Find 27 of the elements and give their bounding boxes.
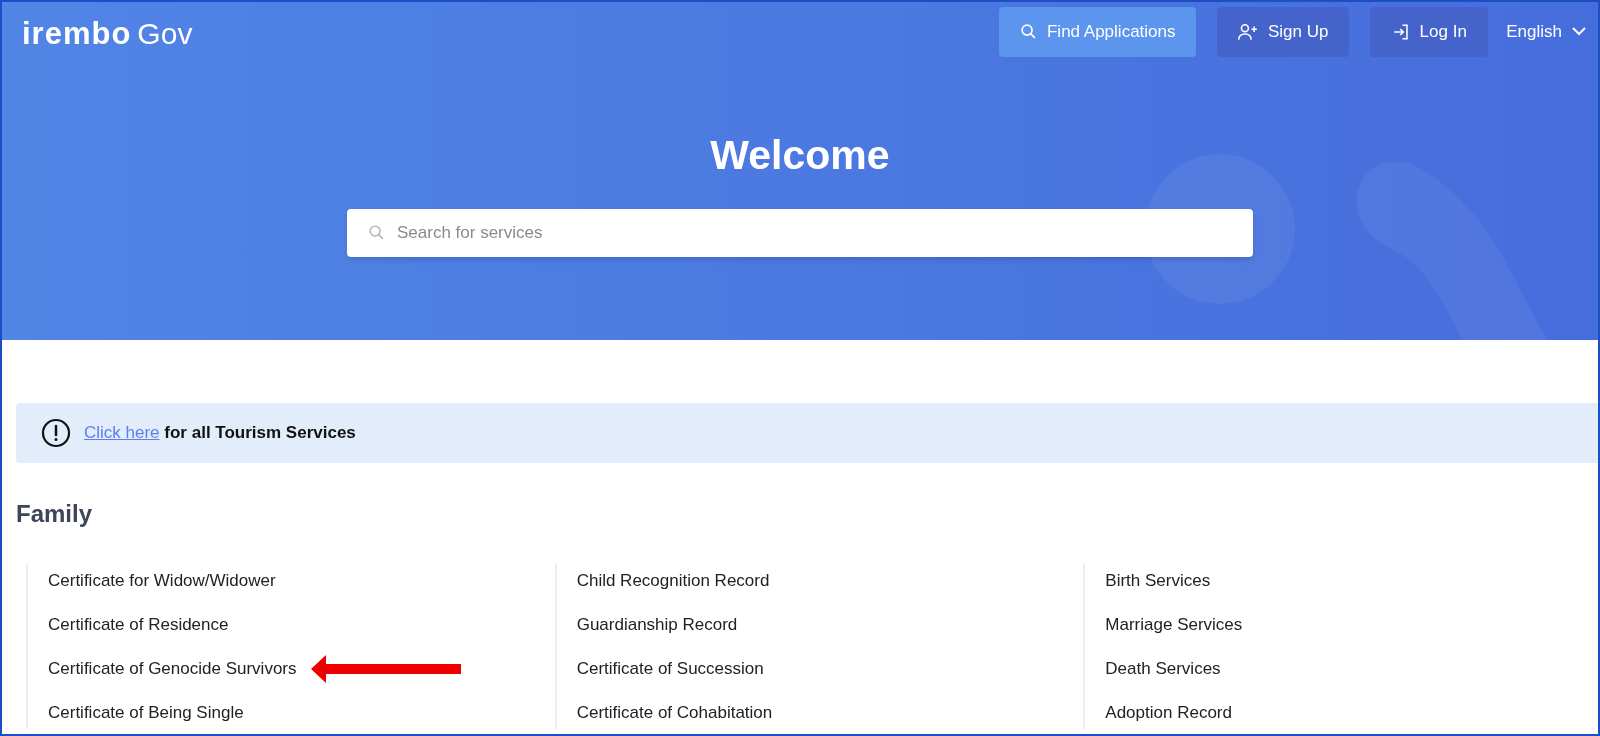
language-selector[interactable]: English (1506, 6, 1586, 57)
search-icon (368, 223, 385, 241)
service-link[interactable]: Certificate of Succession (576, 655, 764, 682)
info-icon (41, 418, 71, 448)
service-link[interactable]: Certificate of Cohabitation (576, 699, 773, 726)
service-link[interactable]: Marriage Services (1105, 611, 1243, 638)
notice-text: Click here for all Tourism Services (84, 422, 356, 445)
service-link[interactable]: Guardianship Record (576, 611, 738, 638)
nav-button[interactable]: Log In (1370, 6, 1489, 57)
chevron-icon (1572, 27, 1586, 36)
service-link[interactable]: Certificate of Residence (48, 611, 229, 638)
service-link[interactable]: Certificate of Being Single (48, 699, 244, 726)
page-title: Welcome (710, 131, 890, 180)
nav-button[interactable]: Sign Up (1217, 6, 1350, 57)
service-link[interactable]: Child Recognition Record (576, 567, 770, 594)
logo-suffix: Gov (137, 15, 193, 52)
logo-text[interactable]: irembo (22, 10, 132, 58)
service-link[interactable]: Adoption Record (1105, 699, 1232, 726)
search-field[interactable]: Search for services (347, 208, 1253, 257)
section-title: Family (16, 499, 94, 529)
service-link[interactable]: Certificate for Widow/Widower (48, 567, 276, 594)
service-link[interactable]: Death Services (1105, 655, 1221, 682)
login-icon (1391, 22, 1410, 41)
service-link[interactable]: Birth Services (1105, 567, 1211, 594)
search-icon (1019, 23, 1037, 40)
add-user-icon (1238, 22, 1258, 41)
service-link[interactable]: Certificate of Genocide Survivors (48, 655, 297, 682)
